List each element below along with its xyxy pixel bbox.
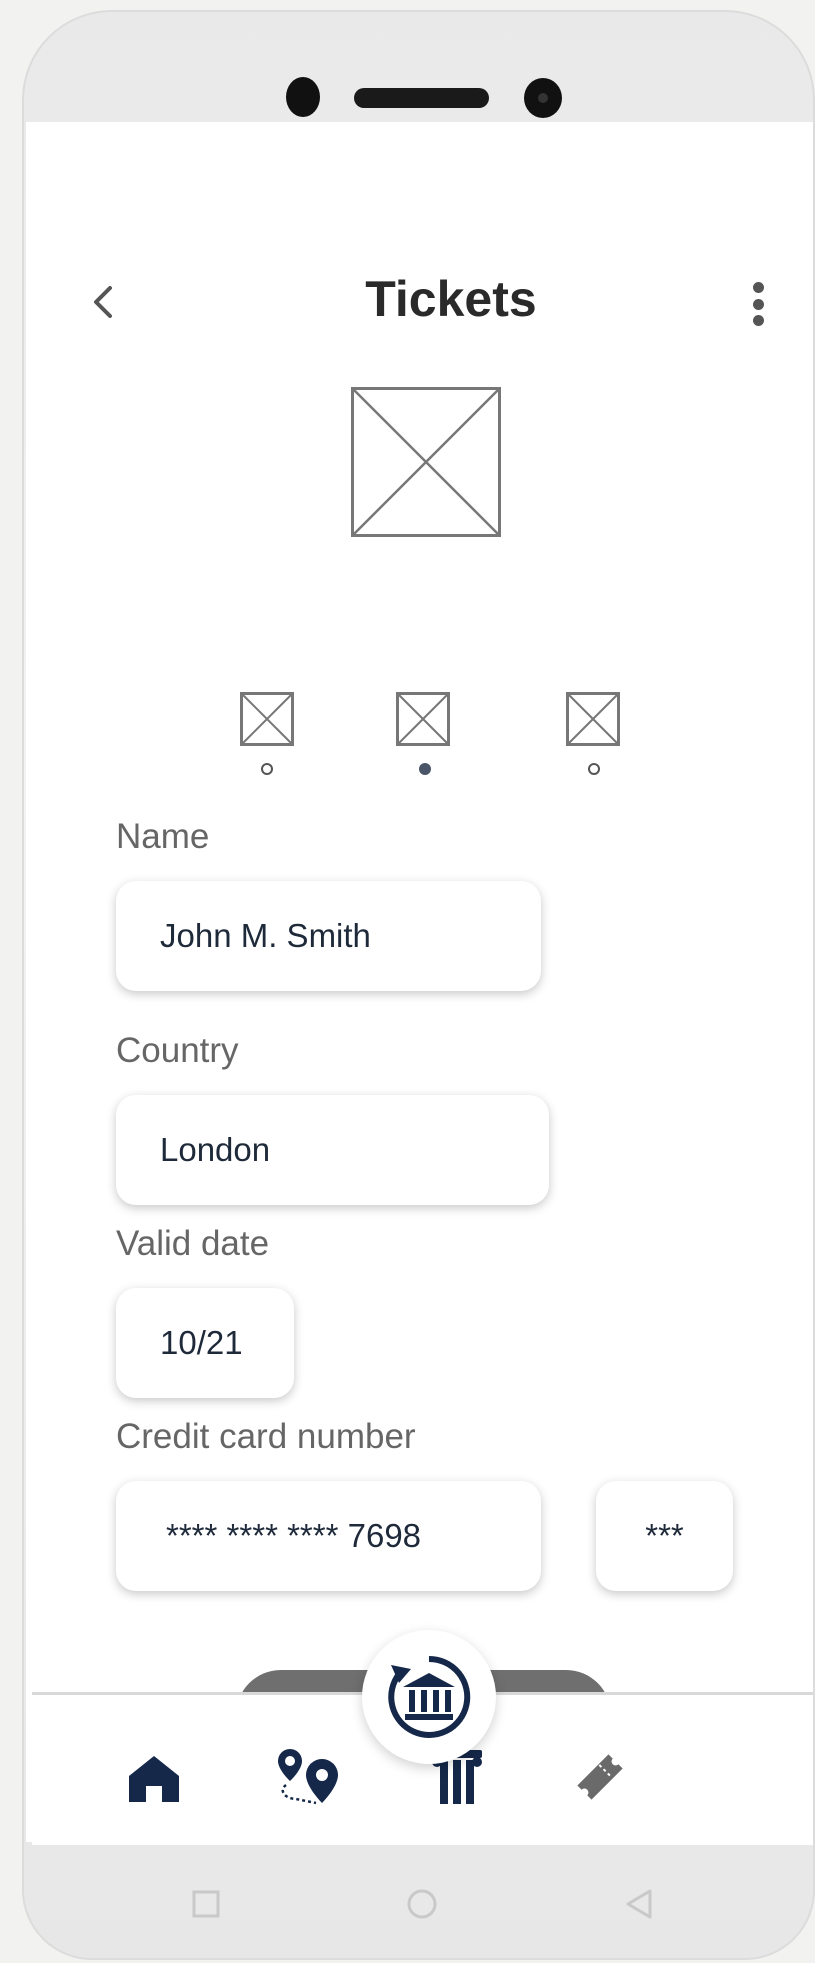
name-field[interactable]: John M. Smith — [116, 881, 541, 991]
valid-date-label: Valid date — [116, 1224, 270, 1263]
thumbnail-2[interactable] — [396, 692, 450, 746]
thumbnail-3[interactable] — [566, 692, 620, 746]
credit-card-field[interactable]: **** **** **** 7698 — [116, 1481, 541, 1591]
route-map-icon — [278, 1749, 338, 1805]
valid-date-field[interactable]: 10/21 — [116, 1288, 294, 1398]
museum-history-icon — [388, 1655, 471, 1738]
carousel-dot-1[interactable] — [261, 763, 273, 775]
app-screen: Tickets Name John M. Smith Country Londo… — [26, 122, 813, 1845]
nav-home[interactable] — [124, 1749, 184, 1809]
cvv-field[interactable]: *** — [596, 1481, 733, 1591]
proximity-sensor — [286, 77, 320, 117]
triangle-back-icon[interactable] — [624, 1888, 654, 1920]
name-label: Name — [116, 817, 210, 856]
phone-frame: Tickets Name John M. Smith Country Londo… — [22, 10, 815, 1960]
more-vertical-icon[interactable] — [746, 282, 770, 326]
back-button[interactable] — [82, 282, 122, 322]
thumbnail-1[interactable] — [240, 692, 294, 746]
carousel-dot-3[interactable] — [588, 763, 600, 775]
ticket-icon — [577, 1754, 623, 1800]
page-title: Tickets — [365, 271, 537, 327]
credit-card-label: Credit card number — [116, 1417, 416, 1456]
system-navigation-bar — [24, 1842, 813, 1958]
chevron-left-icon — [94, 286, 112, 318]
nav-route[interactable] — [272, 1745, 344, 1809]
circle-icon[interactable] — [406, 1888, 438, 1920]
home-icon — [129, 1756, 179, 1802]
square-icon[interactable] — [192, 1890, 220, 1918]
nav-tickets[interactable] — [565, 1745, 635, 1809]
country-field[interactable]: London — [116, 1095, 549, 1205]
main-image-placeholder — [351, 387, 501, 537]
earpiece-speaker — [354, 88, 489, 108]
museum-history-button[interactable] — [362, 1630, 496, 1764]
carousel-dot-2-active[interactable] — [419, 763, 431, 775]
country-label: Country — [116, 1031, 239, 1070]
front-camera — [524, 78, 562, 118]
